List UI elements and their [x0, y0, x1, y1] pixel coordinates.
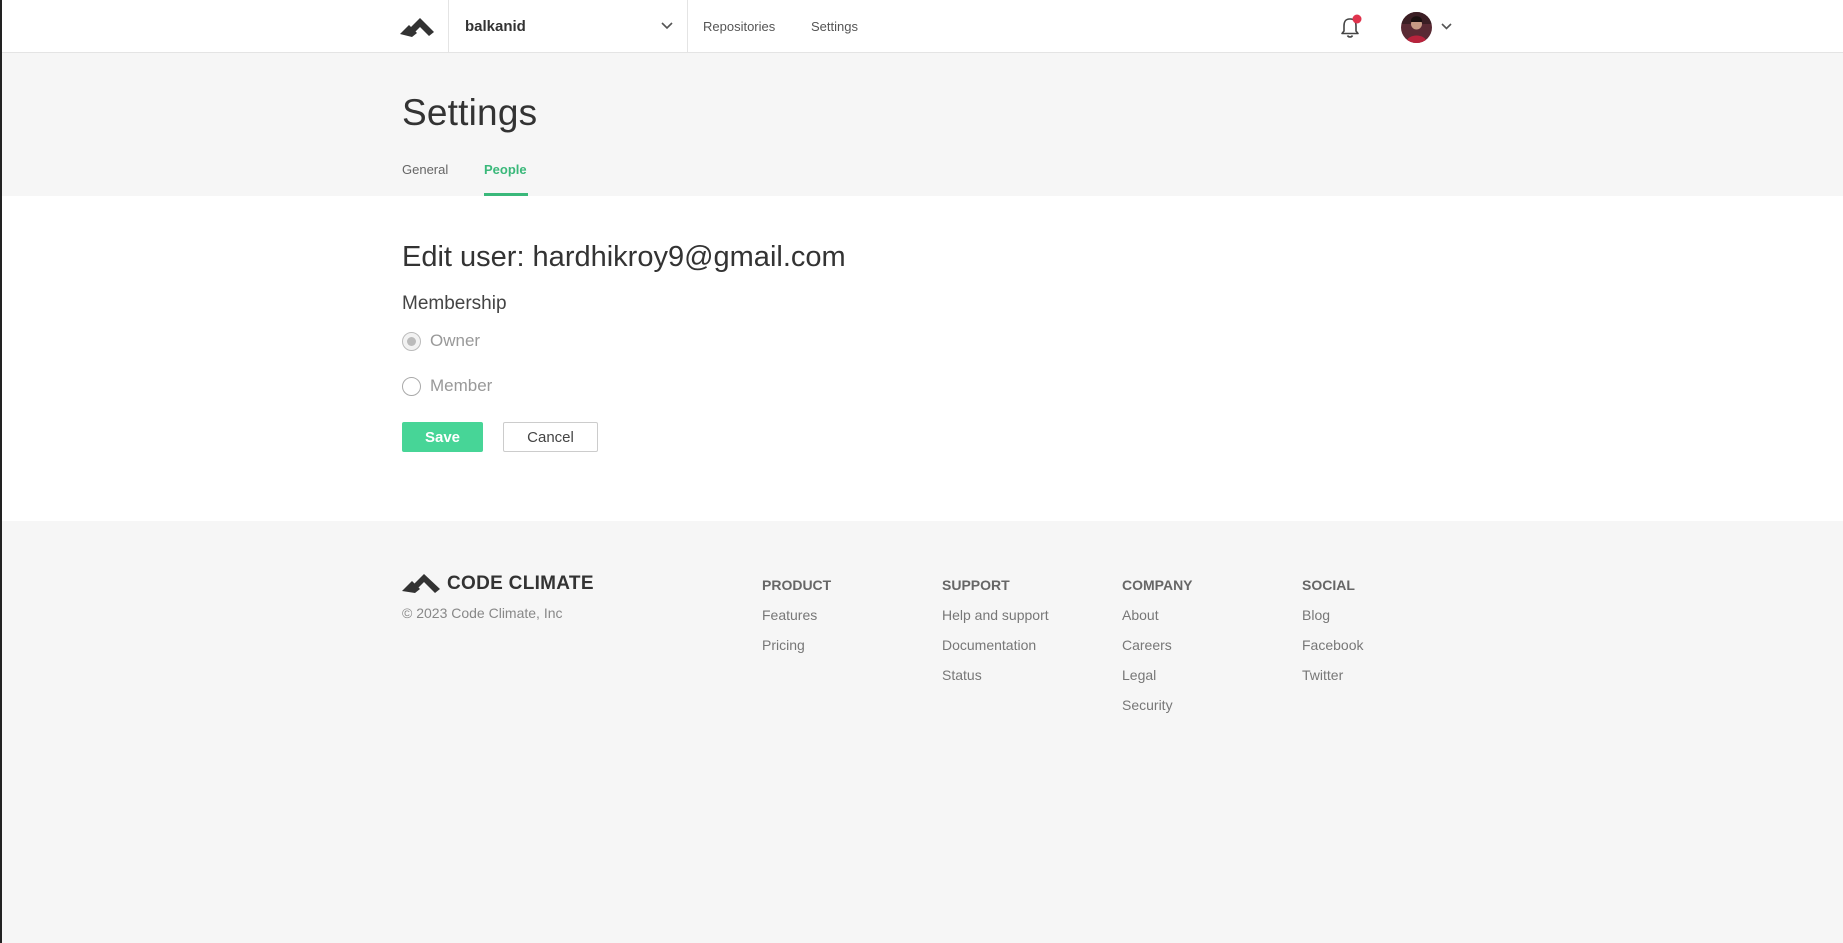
avatar[interactable] — [1401, 12, 1432, 43]
footer-heading: COMPANY — [1122, 577, 1193, 593]
copyright-text: © 2023 Code Climate, Inc — [402, 605, 563, 621]
footer-link-features[interactable]: Features — [762, 607, 831, 637]
organization-selector[interactable]: balkanid — [448, 0, 688, 53]
footer-column-support: SUPPORT Help and support Documentation S… — [942, 577, 1049, 697]
footer-heading: SOCIAL — [1302, 577, 1355, 593]
tab-general[interactable]: General — [402, 162, 448, 177]
footer-link-documentation[interactable]: Documentation — [942, 637, 1049, 667]
footer-link-security[interactable]: Security — [1122, 697, 1193, 727]
edit-user-title: Edit user: hardhikroy9@gmail.com — [402, 241, 846, 273]
tab-people[interactable]: People — [484, 162, 527, 177]
top-navbar: balkanid Repositories Settings — [2, 0, 1843, 53]
organization-name: balkanid — [465, 18, 526, 35]
footer-link-pricing[interactable]: Pricing — [762, 637, 831, 667]
footer-link-facebook[interactable]: Facebook — [1302, 637, 1363, 667]
footer-link-help[interactable]: Help and support — [942, 607, 1049, 637]
footer-link-about[interactable]: About — [1122, 607, 1193, 637]
footer-brand-name: CODE CLIMATE — [447, 573, 594, 594]
radio-owner-label: Owner — [430, 331, 481, 350]
footer-column-product: PRODUCT Features Pricing — [762, 577, 831, 667]
radio-member-input[interactable] — [402, 377, 421, 396]
notification-dot-icon — [1352, 14, 1362, 24]
radio-owner-input[interactable] — [402, 332, 421, 351]
chevron-down-icon[interactable] — [1441, 22, 1452, 31]
bell-icon[interactable] — [1339, 14, 1363, 40]
chevron-down-icon — [661, 22, 673, 30]
nav-settings-link[interactable]: Settings — [811, 19, 858, 34]
footer-heading: PRODUCT — [762, 577, 832, 593]
radio-member-label: Member — [430, 376, 493, 395]
footer-link-careers[interactable]: Careers — [1122, 637, 1193, 667]
footer-link-status[interactable]: Status — [942, 667, 1049, 697]
save-button[interactable]: Save — [402, 422, 483, 452]
nav-repositories-link[interactable]: Repositories — [703, 19, 775, 34]
footer-heading: SUPPORT — [942, 577, 1010, 593]
footer-column-company: COMPANY About Careers Legal Security — [1122, 577, 1193, 727]
footer-link-legal[interactable]: Legal — [1122, 667, 1193, 697]
footer-column-social: SOCIAL Blog Facebook Twitter — [1302, 577, 1363, 697]
edit-user-panel: Edit user: hardhikroy9@gmail.com Members… — [2, 196, 1843, 521]
membership-label: Membership — [402, 293, 507, 314]
footer-brand[interactable]: CODE CLIMATE — [402, 573, 594, 595]
page-title: Settings — [402, 92, 538, 133]
cancel-button[interactable]: Cancel — [503, 422, 598, 452]
code-climate-logo-icon — [402, 574, 440, 593]
code-climate-logo-icon[interactable] — [400, 17, 434, 37]
footer-link-twitter[interactable]: Twitter — [1302, 667, 1363, 697]
footer-link-blog[interactable]: Blog — [1302, 607, 1363, 637]
